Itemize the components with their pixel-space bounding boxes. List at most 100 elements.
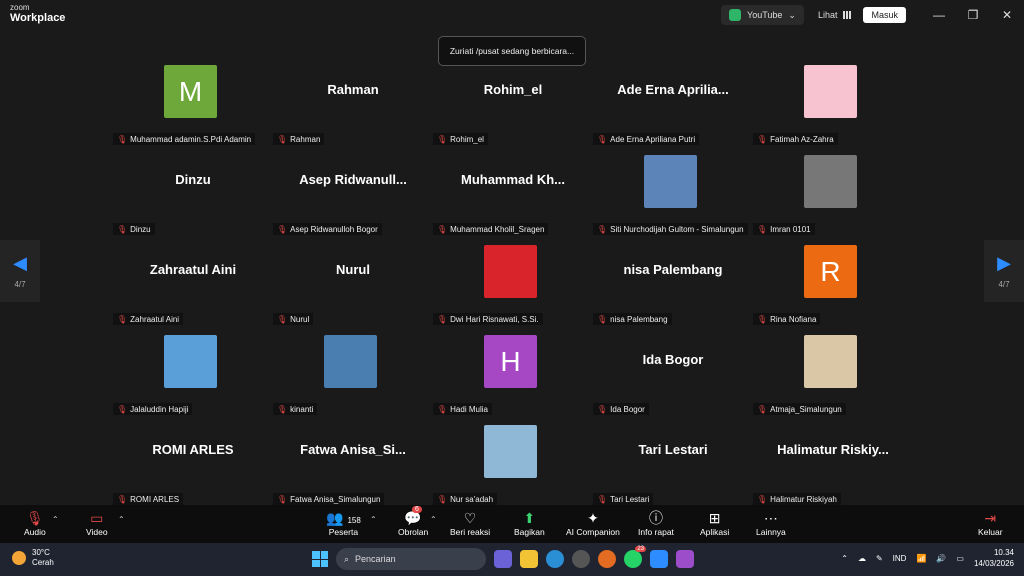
next-page-button[interactable]: ▶ 4/7 — [984, 240, 1024, 302]
volume-icon[interactable]: 🔊 — [936, 554, 946, 563]
language-indicator[interactable]: IND — [893, 554, 907, 563]
chat-caret-icon[interactable]: ⌃ — [430, 515, 437, 524]
leave-button[interactable]: ⇥ Keluar — [978, 509, 1003, 537]
shield-icon — [729, 9, 742, 21]
pen-icon[interactable]: ✎ — [876, 554, 883, 563]
apps-icon: ⊞ — [708, 510, 721, 526]
participant-tile[interactable]: Rohim_el 🎙 Rohim_el — [433, 40, 593, 145]
whatsapp-icon[interactable]: 23 — [624, 546, 646, 568]
video-label: Video — [86, 527, 108, 537]
whatsapp-badge: 23 — [635, 546, 646, 552]
participant-tile[interactable]: Muhammad Kh... 🎙 Muhammad Kholil_Sragen — [433, 130, 593, 235]
reactions-button[interactable]: ♡ Beri reaksi — [450, 509, 490, 537]
audio-button[interactable]: 🎙 Audio — [24, 509, 46, 537]
participant-tile[interactable]: 🎙 Fatimah Az-Zahra — [753, 40, 913, 145]
copilot-icon[interactable] — [494, 550, 512, 568]
chat-button[interactable]: 💬 6 Obrolan — [398, 506, 428, 537]
participant-name-label: 🎙 Fatwa Anisa_Simalungun — [273, 493, 385, 505]
apps-button[interactable]: ⊞ Aplikasi — [700, 509, 729, 537]
participant-display-name: Fatwa Anisa_Si... — [300, 442, 406, 457]
grid-icon — [843, 11, 852, 19]
participant-display-name: Muhammad Kh... — [460, 172, 565, 187]
participant-tile[interactable]: nisa Palembang 🎙 nisa Palembang — [593, 220, 753, 325]
participant-tile[interactable]: Rahman 🎙 Rahman — [273, 40, 433, 145]
windows-start-icon[interactable] — [312, 551, 328, 567]
participant-tile[interactable]: R 🎙 Rina Nofiana — [753, 220, 913, 325]
participant-tile[interactable]: Fatwa Anisa_Si... 🎙 Fatwa Anisa_Simalungun — [273, 400, 433, 505]
cloud-icon[interactable]: ☁ — [858, 554, 866, 563]
participant-tile[interactable]: ROMI ARLES 🎙 ROMI ARLES — [113, 400, 273, 505]
participant-name-label: 🎙 Halimatur Riskiyah — [753, 493, 841, 505]
participant-tile[interactable]: Zahraatul Aini 🎙 Zahraatul Aini — [113, 220, 273, 325]
chevron-up-icon[interactable]: ⌃ — [841, 554, 848, 563]
apps-label: Aplikasi — [700, 527, 730, 537]
participants-button[interactable]: 👥 158 Peserta — [326, 509, 361, 537]
participant-tile[interactable]: 🎙 Siti Nurchodijah Gultom - Simalungun — [593, 130, 753, 235]
video-off-icon: ▭ — [90, 510, 104, 526]
arrow-left-icon: ◀ — [13, 253, 27, 273]
obs-icon[interactable] — [572, 550, 590, 568]
participant-display-name: Rahman — [327, 82, 379, 97]
app-brand: zoom Workplace — [10, 4, 65, 24]
battery-icon[interactable]: ▭ — [956, 554, 964, 563]
minimize-icon[interactable]: — — [922, 8, 956, 22]
taskbar-search[interactable]: ⌕ Pencarian — [336, 548, 486, 570]
view-label: Lihat — [817, 10, 838, 20]
audio-options-caret-icon[interactable]: ⌃ — [52, 515, 59, 524]
title-bar: zoom Workplace YouTube ⌄ Lihat Masuk — ❐… — [0, 0, 1024, 30]
meeting-info-button[interactable]: ⓘ Info rapat — [638, 509, 674, 537]
participants-caret-icon[interactable]: ⌃ — [370, 515, 377, 524]
participant-tile[interactable]: M 🎙 Muhammad adamin.S.Pdi Adamin — [113, 40, 273, 145]
share-button[interactable]: ⬆ Bagikan — [514, 509, 545, 537]
participant-tile[interactable]: H 🎙 Hadi Mulia — [433, 310, 593, 415]
video-options-caret-icon[interactable]: ⌃ — [118, 515, 125, 524]
participant-tile[interactable]: Tari Lestari 🎙 Tari Lestari — [593, 400, 753, 505]
participant-tile[interactable]: Ida Bogor 🎙 Ida Bogor — [593, 310, 753, 415]
file-explorer-icon[interactable] — [520, 550, 538, 568]
participant-tile[interactable]: Nurul 🎙 Nurul — [273, 220, 433, 325]
participant-avatar — [644, 155, 697, 208]
zoom-icon[interactable] — [650, 550, 668, 568]
participant-tile[interactable]: 🎙 Imran 0101 — [753, 130, 913, 235]
ai-companion-button[interactable]: ✦ AI Companion — [566, 509, 620, 537]
participant-name: ROMI ARLES — [130, 494, 180, 504]
sign-in-button[interactable]: Masuk — [863, 7, 906, 23]
chat-badge: 6 — [412, 506, 422, 513]
clock[interactable]: 10.34 14/03/2026 — [974, 547, 1014, 569]
more-icon: ⋯ — [763, 510, 778, 526]
firefox-icon[interactable] — [598, 550, 616, 568]
edge-icon[interactable] — [546, 550, 564, 568]
participant-tile[interactable]: 🎙 Nur sa'adah — [433, 400, 593, 505]
participant-tile[interactable]: Ade Erna Aprilia... 🎙 Ade Erna Apriliana P… — [593, 40, 753, 145]
youtube-stream-pill[interactable]: YouTube ⌄ — [721, 5, 804, 25]
mic-muted-icon: 🎙 — [277, 494, 288, 504]
participant-tile[interactable]: 🎙 Jalaluddin Hapiji — [113, 310, 273, 415]
people-icon: 👥 158 — [326, 510, 361, 526]
mic-muted-icon: 🎙 — [25, 510, 44, 526]
weather-condition: Cerah — [32, 558, 54, 567]
weather-widget[interactable]: 30°C Cerah — [12, 548, 54, 568]
participant-display-name: Nurul — [336, 262, 370, 277]
participant-display-name: Rohim_el — [483, 82, 543, 97]
participant-tile[interactable]: Asep Ridwanull... 🎙 Asep Ridwanulloh Bogor — [273, 130, 433, 235]
participant-tile[interactable]: 🎙 Atmaja_Simalungun — [753, 310, 913, 415]
prev-page-button[interactable]: ◀ 4/7 — [0, 240, 40, 302]
maximize-icon[interactable]: ❐ — [956, 8, 990, 22]
participant-tile[interactable]: Dinzu 🎙 Dinzu — [113, 130, 273, 235]
participant-display-name: Tari Lestari — [638, 442, 708, 457]
youtube-label: YouTube — [747, 10, 783, 20]
temperature: 30°C — [32, 548, 50, 557]
participant-avatar — [484, 425, 537, 478]
view-button[interactable]: Lihat — [818, 10, 852, 20]
wifi-icon[interactable]: 📶 — [916, 554, 926, 563]
participant-display-name: Ida Bogor — [642, 352, 704, 367]
video-button[interactable]: ▭ Video — [86, 509, 108, 537]
participant-tile[interactable]: 🎙 Dwi Hari Risnawati, S.Si. — [433, 220, 593, 325]
participant-tile[interactable]: Halimatur Riskiy... 🎙 Halimatur Riskiyah — [753, 400, 913, 505]
participant-tile[interactable]: 🎙 kinanti — [273, 310, 433, 415]
more-button[interactable]: ⋯ Lainnya — [756, 509, 786, 537]
meeting-info-label: Info rapat — [638, 527, 674, 537]
canva-icon[interactable] — [676, 550, 694, 568]
close-icon[interactable]: ✕ — [990, 8, 1024, 22]
info-icon: ⓘ — [648, 510, 663, 526]
